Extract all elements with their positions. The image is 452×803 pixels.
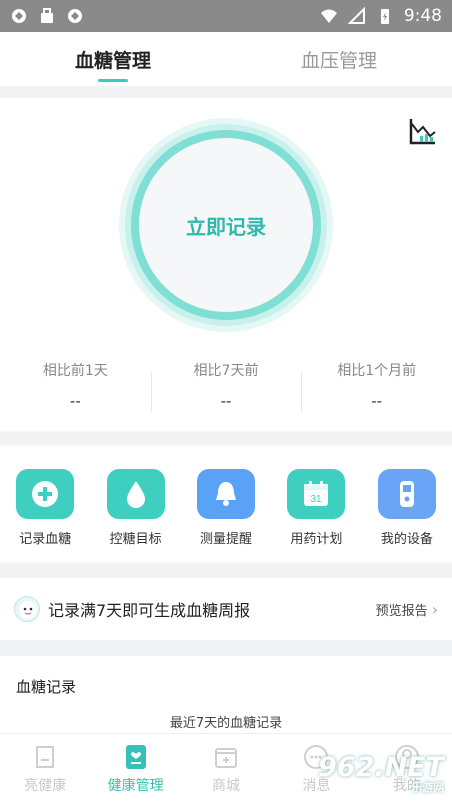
compare-1-month: 相比1个月前 -- xyxy=(301,360,452,420)
records-subtitle: 最近7天的血糖记录 xyxy=(169,716,283,731)
meter-device-icon xyxy=(377,469,436,519)
tool-label: 我的设备 xyxy=(380,532,433,547)
record-now-button[interactable]: 立即记录 xyxy=(119,118,333,332)
preview-report-label: 预览报告 xyxy=(375,603,428,619)
watermark-logo: 962.NET 乐游网 xyxy=(318,752,444,795)
tab-blood-pressure[interactable]: 血压管理 xyxy=(226,32,452,86)
compare-label: 相比1个月前 xyxy=(337,363,417,379)
shop-icon xyxy=(215,747,238,768)
report-message: 记录满7天即可生成血糖周报 xyxy=(48,601,251,620)
record-now-label: 立即记录 xyxy=(186,214,266,239)
tool-medication-plan[interactable]: 31 用药计划 xyxy=(271,469,361,563)
tool-label: 控糖目标 xyxy=(109,532,162,547)
trend-chart-icon[interactable] xyxy=(408,116,438,146)
clipboard-heart-icon xyxy=(125,744,146,769)
compare-value: -- xyxy=(220,392,232,410)
tool-measure-reminder[interactable]: 测量提醒 xyxy=(181,469,271,563)
tool-sugar-goal[interactable]: 控糖目标 xyxy=(90,469,180,563)
sync-icon xyxy=(12,9,26,23)
compare-value: -- xyxy=(69,392,81,410)
record-card: 立即记录 相比前1天 -- 相比7天前 -- 相比1个月前 -- xyxy=(0,98,452,431)
wifi-icon xyxy=(320,9,337,23)
nav-label: 商城 xyxy=(212,777,241,794)
status-system: 9:48 xyxy=(320,6,442,26)
plus-circle-icon xyxy=(16,469,75,519)
tab-blood-sugar[interactable]: 血糖管理 xyxy=(0,32,226,86)
svg-text:31: 31 xyxy=(311,494,323,505)
sync-icon xyxy=(68,9,82,23)
no-signal-icon xyxy=(347,7,365,24)
sugar-records-section: 血糖记录 最近7天的血糖记录 xyxy=(0,656,452,736)
nav-health-management[interactable]: 健康管理 xyxy=(90,734,180,803)
nav-label: 健康管理 xyxy=(107,777,164,794)
records-title: 血糖记录 xyxy=(16,678,77,696)
tab-label: 血糖管理 xyxy=(74,49,151,72)
tool-label: 用药计划 xyxy=(290,532,343,547)
compare-1-day: 相比前1天 -- xyxy=(0,360,151,420)
drop-icon xyxy=(106,469,165,519)
status-time: 9:48 xyxy=(403,6,442,26)
tool-my-devices[interactable]: 我的设备 xyxy=(362,469,452,563)
tab-active-indicator xyxy=(98,79,128,82)
calendar-icon: 31 xyxy=(287,469,346,519)
weekly-report-banner[interactable]: 记录满7天即可生成血糖周报 预览报告 › xyxy=(0,578,452,640)
compare-label: 相比7天前 xyxy=(193,363,259,379)
compare-value: -- xyxy=(371,392,383,410)
health-home-icon xyxy=(36,745,55,768)
nav-label: 亮健康 xyxy=(24,777,67,794)
mascot-icon xyxy=(14,596,40,622)
top-tabs: 血糖管理 血压管理 xyxy=(0,32,452,86)
nav-health[interactable]: 亮健康 xyxy=(0,734,90,803)
preview-report-link[interactable]: 预览报告 › xyxy=(376,600,438,619)
status-notifications xyxy=(10,7,84,25)
tab-label: 血压管理 xyxy=(300,49,377,72)
chevron-right-icon: › xyxy=(431,599,438,619)
status-bar: 9:48 xyxy=(0,0,452,32)
nav-mall[interactable]: 商城 xyxy=(181,734,271,803)
tool-record-sugar[interactable]: 记录血糖 xyxy=(0,469,90,563)
bag-icon xyxy=(41,8,53,23)
comparison-row: 相比前1天 -- 相比7天前 -- 相比1个月前 -- xyxy=(0,360,452,420)
quick-tools: 记录血糖 控糖目标 测量提醒 31 用药计划 我的设备 xyxy=(0,445,452,563)
tool-label: 测量提醒 xyxy=(200,532,253,547)
bell-icon xyxy=(197,469,256,519)
battery-charging-icon xyxy=(380,9,389,24)
compare-label: 相比前1天 xyxy=(42,363,108,379)
tool-label: 记录血糖 xyxy=(19,532,72,547)
compare-7-days: 相比7天前 -- xyxy=(150,360,302,420)
